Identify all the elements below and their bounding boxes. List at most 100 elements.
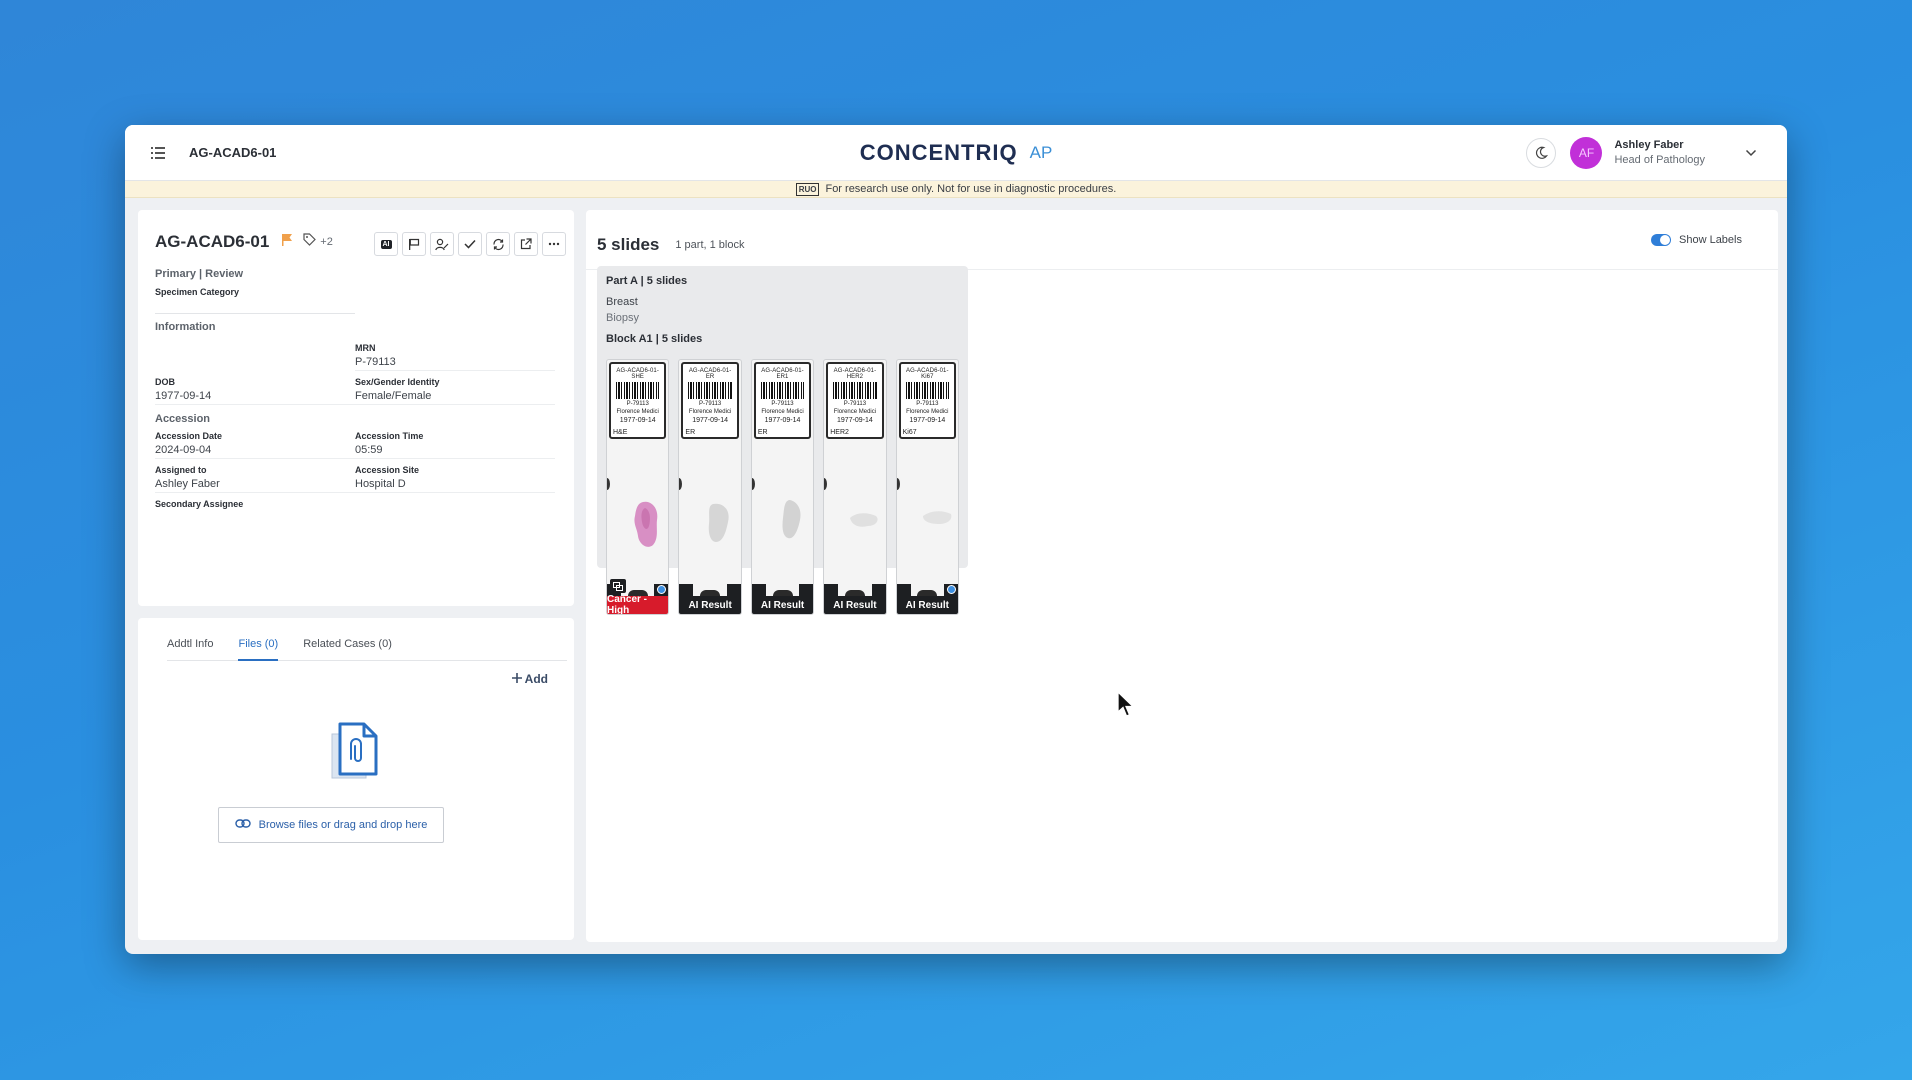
avatar[interactable]: AF — [1570, 136, 1603, 169]
slide-label-name: Florence Medici — [906, 409, 949, 415]
accession-grid: Accession Date 2024-09-04 Accession Time… — [155, 425, 557, 527]
mrn-value: P-79113 — [355, 356, 396, 368]
slide-stain: HER2 — [830, 429, 849, 436]
assign-user-icon[interactable] — [430, 232, 454, 256]
slide-label: AG-ACAD6-01-ER P-79113 Florence Medici 1… — [681, 362, 739, 439]
empty-field — [155, 337, 355, 371]
user-name: Ashley Faber — [1614, 139, 1684, 151]
case-status: Primary | Review — [155, 268, 244, 280]
tissue-thumbnail — [850, 513, 878, 527]
slide-label-mrn: P-79113 — [843, 401, 867, 407]
accession-date-label: Accession Date — [155, 431, 223, 441]
site-label: Accession Site — [355, 465, 420, 475]
ai-overlay-icon[interactable] — [610, 579, 626, 593]
slide-label-dob: 1977-09-14 — [909, 417, 946, 424]
barcode — [905, 382, 950, 399]
file-attachment-icon — [326, 720, 384, 787]
tab-addtl-info[interactable]: Addtl Info — [167, 631, 213, 660]
chevron-down-icon[interactable] — [1745, 144, 1757, 162]
slide-label: AG-ACAD6-01-ER1 P-79113 Florence Medici … — [753, 362, 812, 439]
slide-notch — [751, 478, 755, 490]
slide-result[interactable]: AI Result — [751, 596, 814, 614]
slides-count: 5 slides — [597, 235, 660, 254]
accession-time-label: Accession Time — [355, 431, 424, 441]
assigned-label: Assigned to — [155, 465, 207, 475]
tab-files[interactable]: Files (0) — [238, 631, 279, 661]
tissue-thumbnail — [922, 511, 952, 524]
slide-label-mrn: P-79113 — [916, 401, 939, 407]
slide-result[interactable]: Cancer - High — [607, 594, 669, 614]
block-title[interactable]: Block A1 | 5 slides — [606, 333, 959, 345]
slide-card[interactable]: AG-ACAD6-01-SHE P-79113 Florence Medici … — [606, 359, 670, 615]
dob-value: 1977-09-14 — [155, 390, 212, 402]
ruo-banner: RUO For research use only. Not for use i… — [125, 181, 1787, 198]
mrn-label: MRN — [355, 343, 376, 353]
slide-card[interactable]: AG-ACAD6-01-Ki67 P-79113 Florence Medici… — [895, 359, 960, 615]
list-menu-icon[interactable] — [147, 142, 169, 164]
slide-result[interactable]: AI Result — [896, 596, 959, 614]
left-column: AG-ACAD6-01 +2 AI Primary | Review Speci… — [138, 210, 574, 940]
sex-field: Sex/Gender Identity Female/Female — [355, 371, 555, 405]
divider — [155, 313, 355, 314]
barcode — [616, 382, 660, 399]
part-organ: Breast — [606, 296, 638, 308]
slide-stain: ER — [757, 429, 768, 436]
top-bar: AG-ACAD6-01 CONCENTRIQ AP AF Ashley Fabe… — [125, 125, 1787, 181]
slide-label: AG-ACAD6-01-SHE P-79113 Florence Medici … — [609, 362, 667, 439]
app-window: AG-ACAD6-01 CONCENTRIQ AP AF Ashley Fabe… — [125, 125, 1787, 954]
slide-card[interactable]: AG-ACAD6-01-HER2 P-79113 Florence Medici… — [823, 359, 887, 615]
flag-alt-icon[interactable] — [402, 232, 426, 256]
part-title[interactable]: Part A | 5 slides — [606, 275, 959, 287]
add-label: Add — [524, 672, 548, 686]
browse-files-button[interactable]: Browse files or drag and drop here — [218, 807, 444, 843]
tab-related-cases[interactable]: Related Cases (0) — [303, 631, 392, 660]
moon-icon[interactable] — [1526, 137, 1557, 168]
accession-title: Accession — [155, 413, 211, 425]
tag-count[interactable]: +2 — [320, 236, 333, 248]
slide-notch — [824, 478, 828, 490]
concentriq-logo[interactable]: CONCENTRIQ AP — [860, 140, 1053, 166]
tag-icon[interactable] — [303, 233, 317, 251]
slide-card[interactable]: AG-ACAD6-01-ER1 P-79113 Florence Medici … — [750, 359, 815, 615]
logo-text: CONCENTRIQ — [859, 139, 1018, 165]
slide-label-id: AG-ACAD6-01-ER — [688, 368, 732, 380]
show-labels-switch[interactable] — [1651, 234, 1671, 246]
slide-label-id: AG-ACAD6-01-ER1 — [761, 368, 804, 380]
show-labels-label: Show Labels — [1679, 234, 1742, 246]
slide-label-mrn: P-79113 — [771, 401, 794, 407]
slide-label: AG-ACAD6-01-HER2 P-79113 Florence Medici… — [826, 362, 884, 439]
information-grid: MRN P-79113 DOB 1977-09-14 Sex/Gender Id… — [155, 337, 557, 405]
slide-stain: H&E — [613, 429, 628, 436]
slide-label-id: AG-ACAD6-01-Ki67 — [906, 368, 949, 380]
slides-panel: 5 slides 1 part, 1 block Show Labels Par… — [586, 210, 1778, 942]
add-file-button[interactable]: Add — [511, 672, 548, 686]
slide-notch — [896, 478, 900, 490]
tissue-thumbnail — [709, 503, 730, 542]
user-role: Head of Pathology — [1614, 154, 1705, 166]
user-info[interactable]: Ashley Faber Head of Pathology — [1614, 139, 1705, 166]
barcode — [760, 382, 805, 399]
slides-summary: 1 part, 1 block — [675, 239, 745, 251]
ruo-badge: RUO — [795, 182, 820, 196]
external-link-icon[interactable] — [514, 232, 538, 256]
slide-result[interactable]: AI Result — [824, 596, 886, 614]
tissue-thumbnail — [634, 501, 658, 547]
check-icon[interactable] — [458, 232, 482, 256]
flag-icon[interactable] — [281, 233, 293, 252]
user-area: AF Ashley Faber Head of Pathology — [1526, 136, 1757, 169]
accession-date-field: Accession Date 2024-09-04 — [155, 425, 355, 459]
show-labels-toggle[interactable]: Show Labels — [1651, 234, 1742, 246]
ai-icon[interactable]: AI — [374, 232, 398, 256]
slide-label-dob: 1977-09-14 — [837, 417, 873, 424]
assigned-field: Assigned to Ashley Faber — [155, 459, 355, 493]
slide-card[interactable]: AG-ACAD6-01-ER P-79113 Florence Medici 1… — [678, 359, 742, 615]
slide-result[interactable]: AI Result — [679, 596, 741, 614]
slide-label-mrn: P-79113 — [626, 401, 649, 407]
more-icon[interactable] — [542, 232, 566, 256]
sync-icon[interactable] — [486, 232, 510, 256]
ai-badge: AI — [380, 239, 392, 249]
files-card: Addtl Info Files (0) Related Cases (0) A… — [138, 618, 574, 940]
case-info-card: AG-ACAD6-01 +2 AI Primary | Review Speci… — [138, 210, 574, 606]
information-title: Information — [155, 321, 216, 333]
files-tabs: Addtl Info Files (0) Related Cases (0) — [167, 618, 567, 661]
